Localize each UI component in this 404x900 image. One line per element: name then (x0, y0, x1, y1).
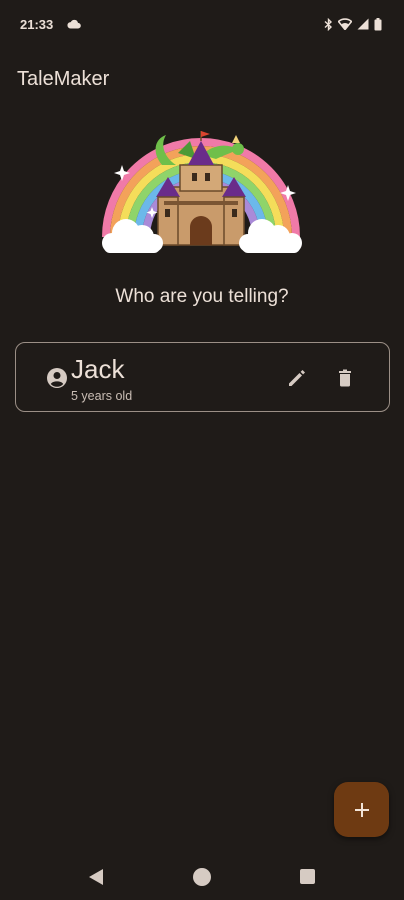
battery-icon (374, 17, 382, 31)
trash-icon (339, 369, 351, 387)
add-profile-button[interactable] (334, 782, 389, 837)
wifi-icon (338, 18, 352, 30)
signal-icon (357, 18, 369, 30)
status-time: 21:33 (20, 16, 54, 32)
back-triangle-icon[interactable] (88, 868, 104, 891)
profile-name: Jack (71, 354, 125, 384)
system-nav-bar (0, 852, 404, 900)
bluetooth-icon (324, 17, 333, 31)
home-circle-icon[interactable] (193, 868, 211, 886)
cloud-icon (67, 19, 82, 29)
app-title: TaleMaker (17, 68, 110, 90)
status-left: 21:33 (20, 16, 82, 32)
account-circle-icon (46, 367, 68, 394)
profile-card[interactable]: Jack 5 years old (15, 342, 390, 412)
status-right (324, 17, 382, 31)
plus-icon (354, 802, 369, 817)
castle-rainbow-dragon-illustration (92, 125, 310, 265)
delete-profile-button[interactable] (334, 367, 356, 389)
status-bar: 21:33 (0, 0, 404, 48)
profile-age: 5 years old (71, 389, 133, 403)
pencil-icon (289, 370, 305, 386)
recents-square-icon[interactable] (300, 869, 315, 884)
prompt-heading: Who are you telling? (115, 286, 289, 307)
edit-profile-button[interactable] (286, 367, 308, 389)
